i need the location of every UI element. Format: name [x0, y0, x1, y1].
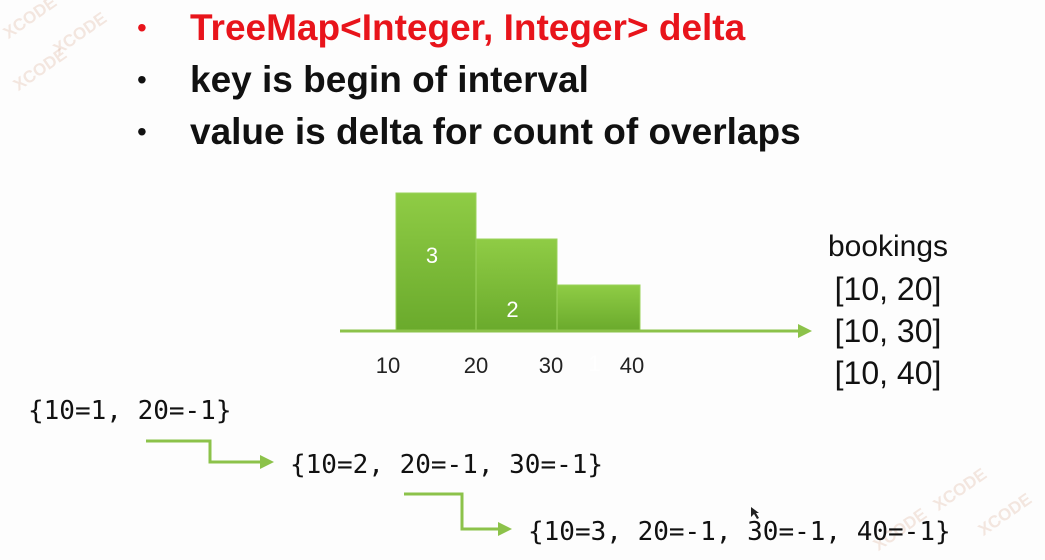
- step-arrows: [146, 439, 512, 536]
- mouse-cursor-icon: [751, 507, 759, 519]
- slide: XCODE XCODE XCODE XCODE XCODE XCODE • Tr…: [0, 0, 1045, 560]
- step-arrow-1: [146, 439, 274, 469]
- step-arrow-2: [404, 492, 512, 536]
